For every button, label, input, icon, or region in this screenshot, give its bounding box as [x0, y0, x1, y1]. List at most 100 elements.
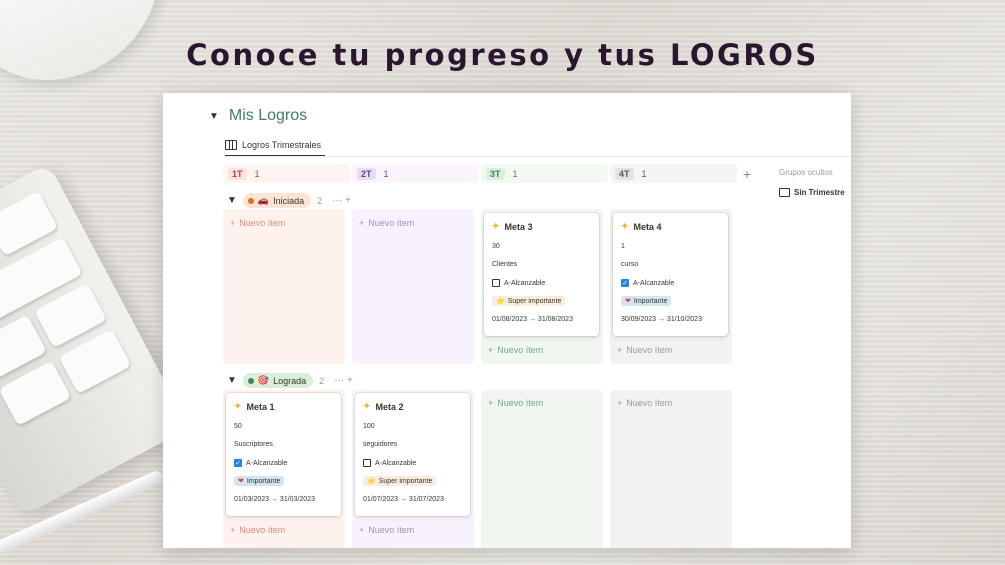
column-header-1t[interactable]: 1T 1: [223, 164, 350, 183]
column-header-2t[interactable]: 2T 1: [352, 164, 479, 183]
new-item-label: Nuevo ítem: [626, 345, 673, 355]
collapse-triangle-icon[interactable]: ▼: [209, 111, 219, 122]
page-title[interactable]: Mis Logros: [229, 107, 307, 125]
group-pill-lograda[interactable]: 🎯 Lograda: [242, 373, 314, 388]
heart-icon: ❤: [625, 298, 631, 305]
sparkles-icon: ✦: [492, 221, 500, 231]
tab-divider: [225, 156, 851, 157]
new-item-button[interactable]: + Nuevo ítem: [359, 218, 414, 228]
star-icon: ⭐: [367, 478, 376, 485]
lane-iniciada-2t: [352, 209, 474, 364]
collapse-triangle-icon[interactable]: ▼: [227, 195, 237, 206]
card-meta-2[interactable]: ✦ Meta 2 100 seguidores A-Alcanzable ⭐ Sup…: [355, 393, 470, 516]
checkbox-checked[interactable]: ✓: [621, 279, 629, 287]
group-header-lograda: ▼ 🎯 Lograda 2 ··· +: [227, 373, 353, 388]
card-unit: Suscriptores: [234, 441, 273, 448]
group-count: 2: [317, 195, 323, 206]
checkbox-checked[interactable]: ✓: [234, 459, 242, 467]
checkbox-label: A-Alcanzable: [375, 459, 417, 467]
status-dot: [247, 197, 254, 204]
new-item-button[interactable]: + Nuevo ítem: [488, 345, 543, 355]
card-dates: 01/08/2023 → 31/08/2023: [492, 316, 573, 323]
column-count: 1: [641, 168, 647, 179]
tag-label: Super importante: [378, 477, 433, 485]
sparkles-icon: ✦: [363, 401, 371, 411]
lane-lograda-3t: [481, 390, 603, 548]
card-title: Meta 2: [375, 401, 404, 412]
new-item-button[interactable]: + Nuevo ítem: [230, 525, 285, 535]
plus-icon: +: [617, 398, 623, 408]
group-label: Lograda: [273, 375, 307, 386]
new-item-label: Nuevo ítem: [497, 398, 544, 408]
card-dates: 01/03/2023 → 31/03/2023: [234, 496, 315, 503]
new-item-button[interactable]: + Nuevo ítem: [230, 218, 285, 228]
card-number: 1: [621, 243, 625, 250]
card-number: 50: [234, 423, 242, 430]
status-dot: [247, 377, 254, 384]
checkbox-label: A-Alcanzable: [504, 279, 546, 287]
new-item-label: Nuevo ítem: [497, 345, 544, 355]
priority-tag: ❤ Importante: [234, 476, 285, 486]
inbox-icon: [779, 188, 790, 197]
group-tools-icons[interactable]: ··· +: [334, 375, 353, 386]
column-header-3t[interactable]: 3T 1: [481, 164, 608, 183]
plus-icon: +: [230, 218, 236, 228]
plus-icon: +: [230, 525, 236, 535]
column-count: 1: [383, 168, 389, 179]
tab-logros-trimestrales[interactable]: Logros Trimestrales: [225, 135, 326, 157]
card-number: 100: [363, 423, 375, 430]
card-meta-1[interactable]: ✦ Meta 1 50 Suscriptores ✓ A-Alcanzable ❤ I…: [226, 393, 341, 516]
column-chip: 2T: [357, 167, 376, 180]
card-title: Meta 4: [633, 221, 662, 232]
group-count: 2: [319, 375, 325, 386]
heart-icon: ❤: [238, 478, 244, 485]
new-item-button[interactable]: + Nuevo ítem: [617, 345, 672, 355]
card-title: Meta 3: [504, 221, 533, 232]
hidden-group-label: Sin Trimestre: [794, 188, 845, 197]
plus-icon: +: [359, 525, 365, 535]
card-dates: 01/07/2023 → 31/07/2023: [363, 496, 444, 503]
group-pill-iniciada[interactable]: 🚗 Iniciada: [242, 193, 312, 208]
tag-label: Super importante: [507, 297, 562, 305]
new-item-label: Nuevo ítem: [239, 218, 286, 228]
board-view-icon: [225, 140, 237, 150]
notion-panel: ▼ Mis Logros Logros Trimestrales 1T 1 2T…: [163, 93, 851, 548]
column-header-4t[interactable]: 4T 1: [610, 164, 737, 183]
new-item-label: Nuevo ítem: [368, 525, 415, 535]
plus-icon: +: [488, 345, 494, 355]
card-title: Meta 1: [246, 401, 275, 412]
card-number: 30: [492, 243, 500, 250]
page-title-row: ▼ Mis Logros: [209, 107, 307, 125]
headline: Conoce tu progreso y tus LOGROS: [186, 38, 819, 72]
tag-label: Importante: [246, 477, 281, 485]
new-item-label: Nuevo ítem: [239, 525, 286, 535]
group-header-iniciada: ▼ 🚗 Iniciada 2 ··· +: [227, 193, 351, 208]
target-emoji-icon: 🎯: [257, 375, 270, 385]
collapse-triangle-icon[interactable]: ▼: [227, 375, 237, 386]
hidden-groups-title: Grupos ocultos: [779, 168, 833, 177]
hidden-group-sin-trimestre[interactable]: Sin Trimestre: [779, 188, 845, 197]
add-column-button[interactable]: +: [737, 164, 757, 183]
column-chip: 3T: [486, 167, 505, 180]
car-emoji-icon: 🚗: [257, 195, 270, 205]
tag-label: Importante: [633, 297, 668, 305]
card-meta-3[interactable]: ✦ Meta 3 30 Clientes A-Alcanzable ⭐ Super …: [484, 213, 599, 336]
plus-icon: +: [617, 345, 623, 355]
checkbox[interactable]: [492, 279, 500, 287]
group-tools-icons[interactable]: ··· +: [332, 195, 351, 206]
plus-icon: +: [359, 218, 365, 228]
star-icon: ⭐: [496, 298, 505, 305]
checkbox[interactable]: [363, 459, 371, 467]
priority-tag: ⭐ Super importante: [492, 296, 566, 306]
new-item-button[interactable]: + Nuevo ítem: [359, 525, 414, 535]
card-unit: curso: [621, 261, 639, 268]
column-count: 1: [254, 168, 260, 179]
column-chip: 1T: [228, 167, 247, 180]
new-item-button[interactable]: + Nuevo ítem: [617, 398, 672, 408]
column-count: 1: [512, 168, 518, 179]
new-item-button[interactable]: + Nuevo ítem: [488, 398, 543, 408]
card-meta-4[interactable]: ✦ Meta 4 1 curso ✓ A-Alcanzable ❤ Important…: [613, 213, 728, 336]
lane-lograda-4t: [610, 390, 732, 548]
new-item-label: Nuevo ítem: [368, 218, 415, 228]
new-item-label: Nuevo ítem: [626, 398, 673, 408]
